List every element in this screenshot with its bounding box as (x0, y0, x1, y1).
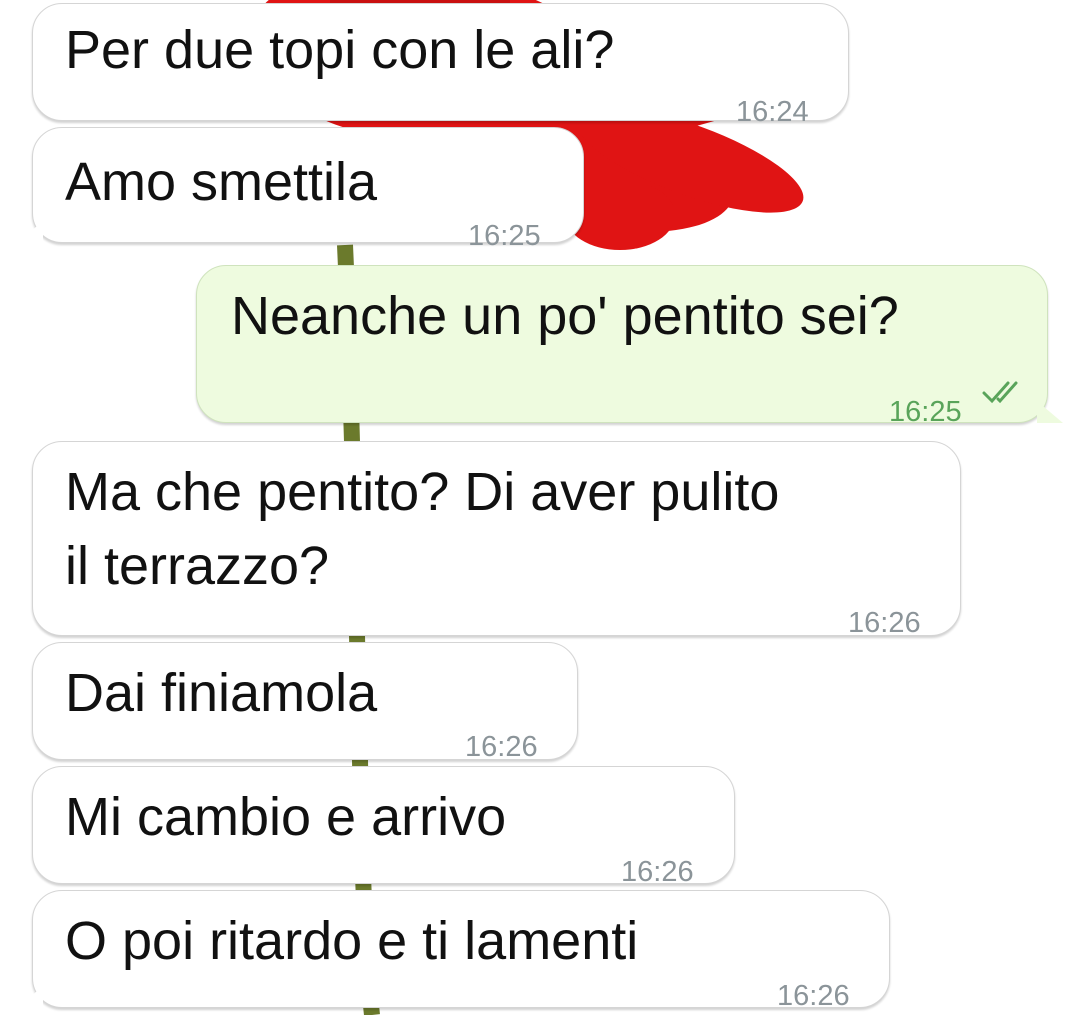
message-text: Ma che pentito? Di aver pulito (65, 462, 780, 522)
incoming-message-bubble[interactable]: Amo smettila 16:25 (17, 127, 584, 252)
incoming-message-bubble[interactable]: O poi ritardo e ti lamenti 16:26 (17, 890, 890, 1012)
message-text: Amo smettila (65, 152, 378, 212)
outgoing-message-bubble[interactable]: Neanche un po' pentito sei? 16:25 (196, 265, 1063, 428)
message-text: Dai finiamola (65, 663, 378, 723)
message-text: Mi cambio e arrivo (65, 787, 507, 847)
incoming-message-bubble[interactable]: Dai finiamola 16:26 (32, 642, 578, 763)
message-timestamp: 16:24 (736, 96, 809, 128)
incoming-message-bubble[interactable]: Ma che pentito? Di aver pulito il terrazz… (32, 441, 961, 639)
incoming-message-bubble[interactable]: Mi cambio e arrivo 16:26 (32, 766, 735, 888)
message-timestamp: 16:26 (848, 607, 921, 639)
message-text: O poi ritardo e ti lamenti (65, 911, 639, 971)
message-timestamp: 16:25 (889, 396, 962, 428)
message-timestamp: 16:26 (777, 980, 850, 1012)
double-check-read-icon (982, 381, 1018, 404)
incoming-message-bubble[interactable]: Per due topi con le ali? 16:24 (32, 3, 849, 128)
message-text: Neanche un po' pentito sei? (231, 286, 899, 346)
message-text: il terrazzo? (65, 536, 330, 596)
message-text: Per due topi con le ali? (65, 20, 615, 80)
message-timestamp: 16:25 (468, 220, 541, 252)
